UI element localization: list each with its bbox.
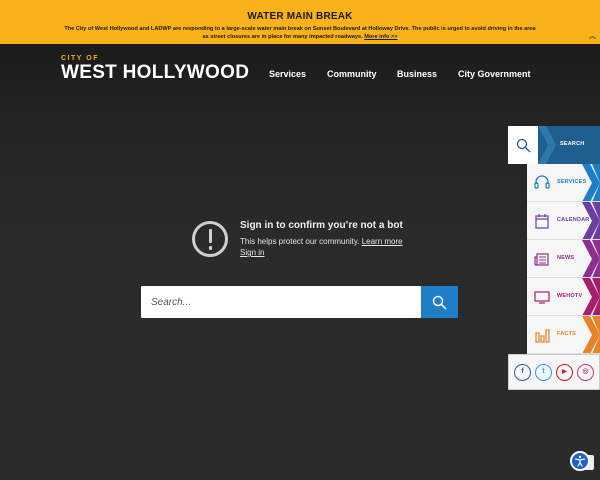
newspaper-icon	[534, 253, 549, 266]
accessibility-icon	[574, 455, 586, 467]
side-item-calendar[interactable]: CALENDAR	[527, 202, 600, 240]
search-button[interactable]	[421, 286, 458, 318]
nav-item-city-government[interactable]: City Government	[458, 69, 531, 79]
accessibility-button[interactable]	[570, 451, 590, 471]
alert-title: WATER MAIN BREAK	[247, 11, 353, 22]
search-input[interactable]	[141, 286, 421, 318]
bot-check-desc-text: This helps protect our community.	[240, 237, 360, 246]
sign-in-link[interactable]: Sign in	[240, 248, 264, 257]
exclamation-icon	[192, 221, 228, 257]
facebook-icon[interactable]: f	[514, 364, 531, 381]
side-search-button[interactable]: SEARCH	[508, 126, 600, 164]
side-item-news[interactable]: NEWS	[527, 240, 600, 278]
side-item-facts[interactable]: FACTS	[527, 316, 600, 354]
nav-item-community[interactable]: Community	[327, 69, 377, 79]
bot-check-description: This helps protect our community. Learn …	[240, 237, 403, 246]
search-icon	[432, 295, 447, 310]
calendar-icon	[535, 214, 549, 229]
chevron-decoration	[582, 240, 600, 277]
chevron-decoration	[582, 164, 600, 201]
alert-more-info-link[interactable]: More info >>	[364, 34, 397, 40]
chevron-decoration	[582, 202, 600, 239]
side-item-services[interactable]: SERVICES	[527, 164, 600, 202]
chevron-decoration	[582, 316, 600, 353]
chevron-decoration	[582, 278, 600, 315]
alert-message: The City of West Hollywood and LADWP are…	[64, 26, 536, 40]
search-icon	[516, 138, 531, 153]
side-item-wehotv[interactable]: WEHOTV	[527, 278, 600, 316]
logo-west-hollywood: WEST HOLLYWOOD	[61, 62, 250, 83]
headset-icon	[534, 175, 550, 189]
tv-icon	[534, 291, 550, 304]
side-item-label: FACTS	[557, 331, 577, 337]
learn-more-link[interactable]: Learn more	[362, 237, 403, 246]
bot-check-title: Sign in to confirm you’re not a bot	[240, 220, 403, 231]
side-item-label: NEWS	[557, 255, 575, 261]
chevron-up-double-icon[interactable]: ︽	[589, 33, 596, 41]
bar-chart-icon	[535, 329, 550, 343]
twitter-icon[interactable]: t	[535, 364, 552, 381]
social-links: f t ▶ ◎	[508, 354, 600, 390]
youtube-icon[interactable]: ▶	[556, 364, 573, 381]
site-header: CITY OF WEST HOLLYWOOD Services Communit…	[0, 44, 600, 106]
nav-item-services[interactable]: Services	[269, 69, 306, 79]
side-search-label: SEARCH	[560, 141, 585, 147]
alert-text: The City of West Hollywood and LADWP are…	[64, 25, 536, 41]
alert-banner: WATER MAIN BREAK The City of West Hollyw…	[0, 0, 600, 44]
instagram-icon[interactable]: ◎	[577, 364, 594, 381]
nav-item-business[interactable]: Business	[397, 69, 437, 79]
chevron-decoration	[538, 126, 556, 164]
site-logo[interactable]: CITY OF WEST HOLLYWOOD	[61, 55, 249, 83]
